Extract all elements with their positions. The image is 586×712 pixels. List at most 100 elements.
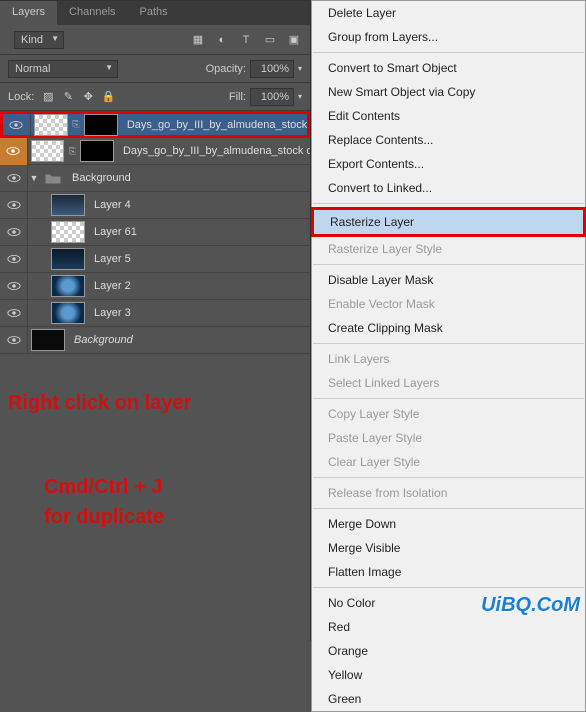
- menu-orange[interactable]: Orange: [312, 639, 585, 663]
- menu-enable-vector: Enable Vector Mask: [312, 292, 585, 316]
- annotation-text: Right click on layer: [8, 392, 191, 415]
- link-icon: ⎘: [67, 140, 77, 162]
- layer-duplicate[interactable]: ⎘ Days_go_by_III_by_almudena_stock c: [0, 138, 310, 165]
- layer-name[interactable]: Background: [68, 334, 133, 346]
- menu-yellow[interactable]: Yellow: [312, 663, 585, 687]
- layer-name[interactable]: Days_go_by_III_by_almudena_stock: [121, 119, 307, 131]
- visibility-toggle[interactable]: [0, 327, 28, 354]
- layer-background[interactable]: Background: [0, 327, 310, 354]
- menu-clear-style: Clear Layer Style: [312, 450, 585, 474]
- layer-item[interactable]: Layer 2: [0, 273, 310, 300]
- lock-transparent-icon[interactable]: ▨: [40, 89, 56, 105]
- menu-merge-down[interactable]: Merge Down: [312, 512, 585, 536]
- layer-item[interactable]: Layer 3: [0, 300, 310, 327]
- layers-list: ⎘ Days_go_by_III_by_almudena_stock ⎘ Day…: [0, 111, 310, 641]
- lock-paint-icon[interactable]: ✎: [60, 89, 76, 105]
- layer-item[interactable]: Layer 4: [0, 192, 310, 219]
- layer-group[interactable]: ▼ Background: [0, 165, 310, 192]
- menu-merge-visible[interactable]: Merge Visible: [312, 536, 585, 560]
- opacity-chevron-icon[interactable]: ▾: [298, 64, 302, 73]
- menu-link-layers: Link Layers: [312, 347, 585, 371]
- layer-thumb[interactable]: [51, 275, 85, 297]
- menu-convert-smart[interactable]: Convert to Smart Object: [312, 56, 585, 80]
- lock-all-icon[interactable]: 🔒: [100, 89, 116, 105]
- layers-panel: Layers Channels Paths Kind ▦ ◐ T ▭ ▣ Nor…: [0, 0, 311, 641]
- menu-new-smart-copy[interactable]: New Smart Object via Copy: [312, 80, 585, 104]
- menu-red[interactable]: Red: [312, 615, 585, 639]
- lock-label: Lock:: [8, 91, 34, 103]
- menu-disable-mask[interactable]: Disable Layer Mask: [312, 268, 585, 292]
- visibility-toggle[interactable]: [0, 165, 28, 192]
- filter-icons: ▦ ◐ T ▭ ▣: [190, 32, 302, 48]
- tab-paths[interactable]: Paths: [128, 1, 180, 25]
- menu-separator: [313, 398, 584, 399]
- menu-delete-layer[interactable]: Delete Layer: [312, 1, 585, 25]
- blend-mode-select[interactable]: Normal: [8, 60, 118, 78]
- layer-name[interactable]: Layer 4: [88, 199, 131, 211]
- layer-name[interactable]: Layer 3: [88, 307, 131, 319]
- menu-clipping-mask[interactable]: Create Clipping Mask: [312, 316, 585, 340]
- menu-separator: [313, 587, 584, 588]
- adjust-filter-icon[interactable]: ◐: [214, 32, 230, 48]
- fill-input[interactable]: 100%: [250, 88, 294, 106]
- layer-thumb[interactable]: [51, 221, 85, 243]
- pixel-filter-icon[interactable]: ▦: [190, 32, 206, 48]
- visibility-toggle[interactable]: [0, 246, 28, 273]
- menu-rasterize-layer[interactable]: Rasterize Layer: [311, 207, 586, 237]
- menu-replace-contents[interactable]: Replace Contents...: [312, 128, 585, 152]
- layer-name[interactable]: Layer 5: [88, 253, 131, 265]
- fill-chevron-icon[interactable]: ▾: [298, 92, 302, 101]
- visibility-toggle[interactable]: [3, 111, 31, 138]
- layer-thumb[interactable]: [31, 329, 65, 351]
- visibility-toggle[interactable]: [0, 300, 28, 327]
- annotation-text: Cmd/Ctrl + J: [44, 476, 162, 499]
- menu-flatten[interactable]: Flatten Image: [312, 560, 585, 584]
- menu-select-linked: Select Linked Layers: [312, 371, 585, 395]
- blend-row: Normal Opacity: 100% ▾: [0, 55, 310, 83]
- menu-paste-style: Paste Layer Style: [312, 426, 585, 450]
- lock-move-icon[interactable]: ✥: [80, 89, 96, 105]
- menu-copy-style: Copy Layer Style: [312, 402, 585, 426]
- layer-thumb[interactable]: [31, 140, 65, 162]
- expand-arrow-icon[interactable]: ▼: [28, 173, 40, 183]
- panel-tabs: Layers Channels Paths: [0, 1, 310, 25]
- layer-name[interactable]: Layer 61: [88, 226, 137, 238]
- menu-green[interactable]: Green: [312, 687, 585, 711]
- tab-channels[interactable]: Channels: [57, 1, 127, 25]
- shape-filter-icon[interactable]: ▭: [262, 32, 278, 48]
- kind-filter[interactable]: Kind: [14, 31, 64, 49]
- visibility-toggle[interactable]: [0, 273, 28, 300]
- visibility-toggle[interactable]: [0, 138, 28, 165]
- menu-release-isolation: Release from Isolation: [312, 481, 585, 505]
- menu-convert-linked[interactable]: Convert to Linked...: [312, 176, 585, 200]
- smart-filter-icon[interactable]: ▣: [286, 32, 302, 48]
- mask-thumb[interactable]: [84, 114, 118, 136]
- visibility-toggle[interactable]: [0, 192, 28, 219]
- menu-rasterize-style: Rasterize Layer Style: [312, 237, 585, 261]
- type-filter-icon[interactable]: T: [238, 32, 254, 48]
- layer-thumb[interactable]: [51, 248, 85, 270]
- menu-separator: [313, 264, 584, 265]
- layer-item[interactable]: Layer 61: [0, 219, 310, 246]
- annotation-text: for duplicate: [44, 506, 164, 529]
- layer-thumb[interactable]: [51, 194, 85, 216]
- menu-group-from-layers[interactable]: Group from Layers...: [312, 25, 585, 49]
- menu-separator: [313, 508, 584, 509]
- layer-thumb[interactable]: [34, 114, 68, 136]
- layer-item[interactable]: Layer 5: [0, 246, 310, 273]
- layer-selected[interactable]: ⎘ Days_go_by_III_by_almudena_stock: [0, 111, 310, 138]
- mask-thumb[interactable]: [80, 140, 114, 162]
- tab-layers[interactable]: Layers: [0, 1, 57, 25]
- layer-name[interactable]: Background: [66, 172, 131, 184]
- menu-separator: [313, 343, 584, 344]
- visibility-toggle[interactable]: [0, 219, 28, 246]
- opacity-input[interactable]: 100%: [250, 60, 294, 78]
- layer-name[interactable]: Layer 2: [88, 280, 131, 292]
- menu-edit-contents[interactable]: Edit Contents: [312, 104, 585, 128]
- menu-export-contents[interactable]: Export Contents...: [312, 152, 585, 176]
- layer-name[interactable]: Days_go_by_III_by_almudena_stock c: [117, 145, 310, 157]
- menu-separator: [313, 477, 584, 478]
- menu-separator: [313, 52, 584, 53]
- link-icon: ⎘: [71, 114, 81, 136]
- layer-thumb[interactable]: [51, 302, 85, 324]
